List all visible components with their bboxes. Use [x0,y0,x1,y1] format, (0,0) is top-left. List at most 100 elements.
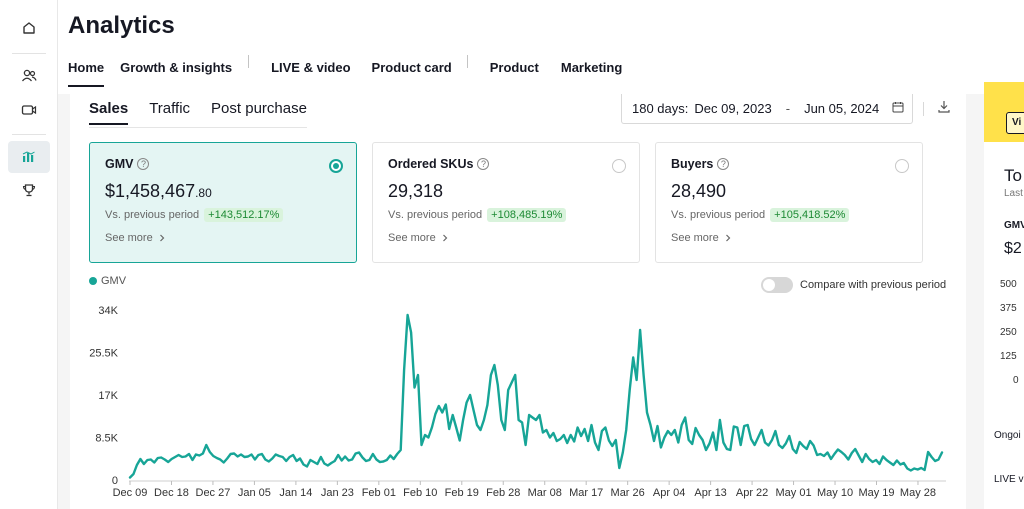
y-tick-label: 17K [98,390,118,402]
nav-product[interactable]: Product [490,60,539,87]
panel-title: To [1004,166,1022,185]
panel-y-tick: 500 [1000,279,1017,290]
change-badge: +143,512.17% [204,208,284,222]
nav-live-video[interactable]: LIVE & video [271,60,350,87]
metric-radio-ordered-skus[interactable] [612,159,626,173]
tab-sales[interactable]: Sales [89,100,129,125]
help-icon[interactable]: ? [137,158,150,170]
main-nav: Home Growth & insights LIVE & video Prod… [68,55,622,87]
nav-divider [466,55,468,68]
chart-legend: GMV [89,275,126,287]
x-tick-label: Apr 04 [653,487,685,499]
x-tick-label: Jan 05 [238,487,271,499]
view-button[interactable]: Vi [1006,112,1024,134]
x-tick-label: Feb 01 [362,487,396,499]
download-icon[interactable] [938,100,950,118]
metric-value: $1,458,467 [105,181,196,201]
x-tick-label: Feb 19 [445,487,479,499]
y-tick-label: 25.5K [89,348,118,360]
x-tick-label: Mar 17 [569,487,603,499]
nav-home[interactable]: Home [68,60,105,87]
x-tick-label: Apr 13 [694,487,726,499]
help-icon[interactable]: ? [717,158,730,170]
legend-dot [89,277,97,285]
x-tick-label: Mar 08 [528,487,562,499]
page-title: Analytics [68,12,175,39]
panel-y-tick: 125 [1000,351,1017,362]
video-icon[interactable] [8,94,50,126]
compare-toggle-switch[interactable] [761,277,793,293]
metric-value-cents: .80 [195,186,212,200]
gmv-line-chart: 0 8.5K 17K 25.5K 34K Dec 09 Dec 18 Dec 27 Jan 05… [89,305,946,499]
x-tick-label: May 19 [858,487,894,499]
nav-growth-insights[interactable]: Growth & insights [120,60,232,87]
x-tick-label: Jan 14 [279,487,312,499]
metric-card-ordered-skus[interactable]: Ordered SKUs? 29,318 Vs. previous period… [372,142,640,263]
x-tick-label: Dec 18 [154,487,189,499]
compare-label: Vs. previous period [671,209,766,221]
panel-y-tick: 0 [1013,375,1019,386]
panel-metric-value: $2 [1004,240,1022,257]
nav-marketing[interactable]: Marketing [561,60,622,87]
see-more-link[interactable]: See more [105,232,356,244]
y-tick-label: 8.5K [95,433,118,445]
tab-post-purchase[interactable]: Post purchase [211,100,307,125]
metric-radio-buyers[interactable] [895,159,909,173]
help-icon[interactable]: ? [477,158,490,170]
legend-label: GMV [101,275,127,287]
metric-card-gmv[interactable]: GMV? $1,458,467.80 Vs. previous period +1… [89,142,357,263]
compare-toggle-label: Compare with previous period [800,279,947,291]
calendar-icon [892,101,904,116]
y-tick-label: 34K [98,305,118,317]
date-range-separator: - [785,101,791,116]
nav-divider [248,55,250,68]
metric-radio-gmv[interactable] [329,159,343,173]
panel-footer-1: Ongoi [994,430,1021,441]
panel-subtitle: Last [1004,188,1023,199]
sales-overview-card: Sales Traffic Post purchase 180 days: De… [70,94,966,509]
panel-y-tick: 375 [1000,303,1017,314]
chevron-right-icon [442,234,448,242]
x-tick-label: Dec 27 [196,487,231,499]
panel-metric-label: GMV [1004,220,1024,231]
date-range-picker[interactable]: 180 days: Dec 09, 2023 - Jun 05, 2024 [621,94,913,124]
x-tick-label: May 01 [776,487,812,499]
compare-label: Vs. previous period [105,209,200,221]
home-icon[interactable] [8,12,50,44]
sub-tabs: Sales Traffic Post purchase [89,100,328,125]
date-range-end: Jun 05, 2024 [804,101,880,116]
metric-name: GMV [105,157,134,171]
date-range-label: 180 days: [632,101,689,116]
x-tick-label: Mar 26 [611,487,645,499]
trophy-icon[interactable] [8,174,50,206]
tab-traffic[interactable]: Traffic [149,100,190,125]
left-icon-rail [0,0,58,509]
metric-card-buyers[interactable]: Buyers? 28,490 Vs. previous period +105,4… [655,142,923,263]
see-more-link[interactable]: See more [388,232,639,244]
metric-name: Ordered SKUs [388,157,474,171]
right-side-panel: Vi To Last GMV $2 Ongoi LIVE v [984,82,1024,509]
x-tick-label: Apr 22 [736,487,768,499]
date-range-start: Dec 09, 2023 [694,101,772,116]
x-tick-label: May 10 [817,487,853,499]
x-tick-label: May 28 [900,487,936,499]
see-more-link[interactable]: See more [671,232,922,244]
analytics-icon[interactable] [8,141,50,173]
metric-value: 29,318 [388,181,444,201]
y-tick-label: 0 [112,475,118,487]
chevron-right-icon [725,234,731,242]
compare-label: Vs. previous period [388,209,483,221]
metric-value: 28,490 [671,181,727,201]
panel-y-tick: 250 [1000,327,1017,338]
panel-footer-2: LIVE v [994,474,1024,485]
page-header: Analytics Home Growth & insights LIVE & … [58,0,1024,94]
x-tick-label: Dec 09 [113,487,148,499]
x-tick-label: Jan 23 [321,487,354,499]
users-icon[interactable] [8,60,50,92]
compare-toggle[interactable]: Compare with previous period [761,277,946,293]
series-line-gmv[interactable] [128,313,944,479]
nav-product-card[interactable]: Product card [372,60,452,87]
x-tick-label: Feb 28 [486,487,520,499]
x-tick-label: Feb 10 [403,487,437,499]
change-badge: +105,418.52% [770,208,850,222]
